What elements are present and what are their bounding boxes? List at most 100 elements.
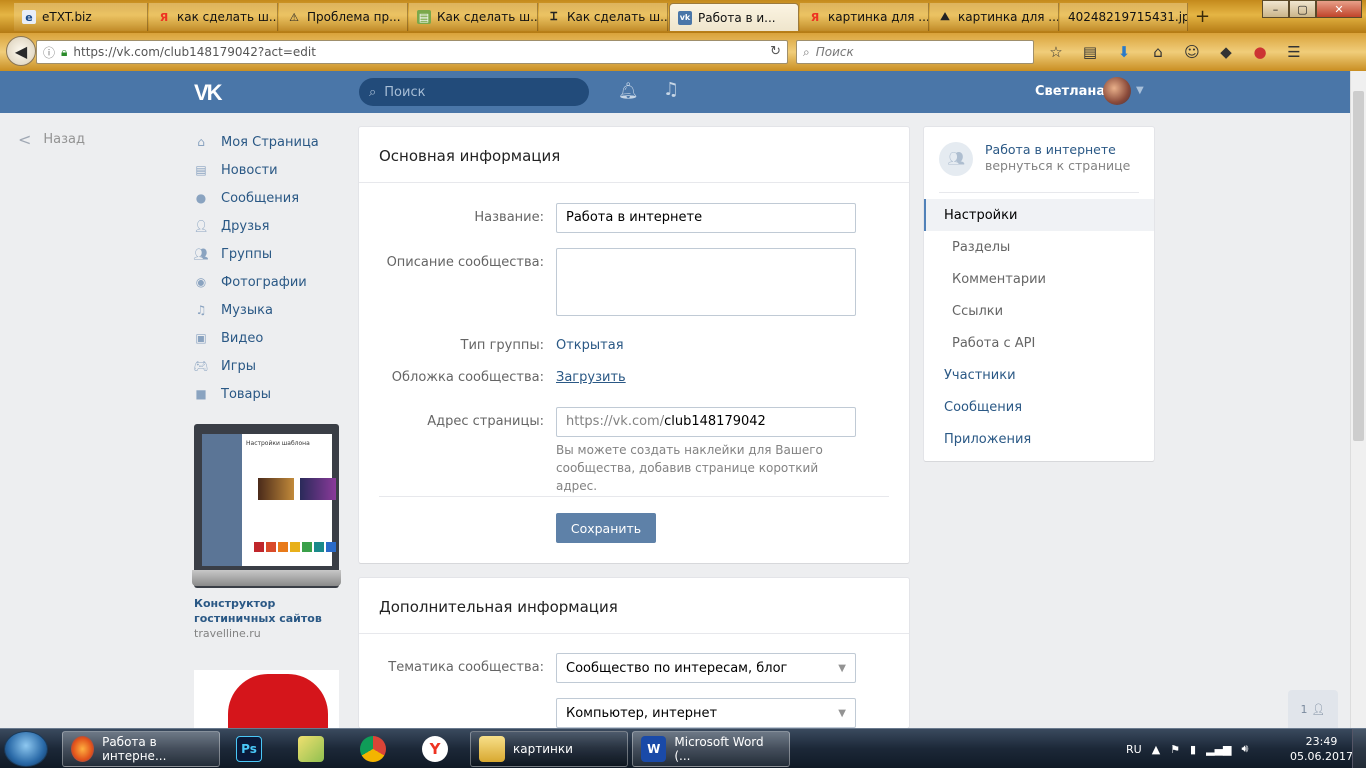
taskbar-item-photoshop[interactable]: Ps <box>228 731 278 767</box>
topic-select[interactable]: Сообщество по интересам, блог ▼ <box>556 653 856 683</box>
ad-title[interactable]: Конструктор гостиничных сайтов <box>194 596 344 626</box>
menu-item-settings[interactable]: Настройки <box>924 199 1154 231</box>
flag-icon[interactable]: ⚑ <box>1170 743 1180 756</box>
search-icon: ⌕ <box>803 44 810 59</box>
taskbar-clock[interactable]: 23:49 05.06.2017 <box>1290 734 1353 764</box>
menu-item-sections[interactable]: Разделы <box>924 231 1154 263</box>
user-name[interactable]: Светлана <box>1035 84 1105 99</box>
name-input[interactable]: Работа в интернете <box>556 203 856 233</box>
signal-icon[interactable]: ▂▄▆ <box>1206 743 1231 756</box>
back-link[interactable]: < Назад <box>18 130 85 149</box>
menu-item-links[interactable]: Ссылки <box>924 295 1154 327</box>
reading-list-icon[interactable]: ▤ <box>1079 42 1101 62</box>
group-type-label: Тип группы: <box>460 338 544 353</box>
menu-item-apps[interactable]: Приложения <box>924 423 1154 455</box>
online-friends-button[interactable]: 1 👤︎ <box>1288 690 1338 728</box>
nav-item-friends[interactable]: 👤︎ Друзья <box>193 212 343 240</box>
friends-count: 1 <box>1300 702 1308 716</box>
pocket-icon[interactable]: ◆ <box>1215 42 1237 62</box>
show-desktop-button[interactable] <box>1352 729 1366 768</box>
browser-tab[interactable]: Ꮖ Как сделать ш... <box>539 3 668 31</box>
taskbar-item-word[interactable]: W Microsoft Word (... <box>632 731 790 767</box>
new-tab-icon[interactable]: + <box>1195 6 1210 27</box>
address-input[interactable]: https://vk.com/club148179042 <box>556 407 856 437</box>
browser-tab[interactable]: Я картинка для ... <box>800 3 929 31</box>
camera-icon: ◉ <box>195 275 207 289</box>
browser-tab-active[interactable]: vk Работа в и... <box>669 3 799 31</box>
address-bar[interactable]: ⓘ 🔒︎ https://vk.com/club148179042?act=ed… <box>36 40 788 64</box>
taskbar-item-firefox[interactable]: Работа в интерне... <box>62 731 220 767</box>
nav-item-my-page[interactable]: ⌂ Моя Страница <box>193 128 343 156</box>
description-textarea[interactable] <box>556 248 856 316</box>
ad-mock-image <box>300 478 336 500</box>
browser-nav-bar: ◀ ⓘ 🔒︎ https://vk.com/club148179042?act=… <box>0 33 1366 71</box>
nav-item-games[interactable]: 🎮︎ Игры <box>193 352 343 380</box>
tray-expand-icon[interactable]: ▲ <box>1152 743 1160 756</box>
lock-icon: 🔒︎ <box>61 44 68 59</box>
menu-icon[interactable]: ☰ <box>1283 42 1305 62</box>
ad-image-chair[interactable] <box>194 670 339 728</box>
taskbar-item-yandex[interactable]: Y <box>414 731 464 767</box>
vk-logo[interactable]: VK <box>194 80 223 106</box>
group-type-link[interactable]: Открытая <box>556 338 624 353</box>
folder-note-icon <box>298 736 324 762</box>
return-link[interactable]: вернуться к странице <box>985 158 1130 174</box>
save-button[interactable]: Сохранить <box>556 513 656 543</box>
news-icon: ▤ <box>195 163 207 177</box>
name-label: Название: <box>474 210 544 225</box>
close-icon[interactable]: ✕ <box>1316 0 1362 18</box>
vk-search-input[interactable]: ⌕ Поиск <box>359 78 589 106</box>
scrollbar-thumb[interactable] <box>1353 91 1364 441</box>
menu-item-messages[interactable]: Сообщения <box>924 391 1154 423</box>
browser-tab[interactable]: Я как сделать ш... <box>149 3 278 31</box>
chevron-down-icon[interactable]: ▼ <box>1136 85 1144 96</box>
basic-info-card: Основная информация Название: Работа в и… <box>359 127 909 563</box>
group-link[interactable]: 👥︎ Работа в интернете вернуться к страни… <box>939 142 1130 176</box>
subtopic-value: Компьютер, интернет <box>566 705 718 721</box>
ad-color-swatches <box>254 542 336 552</box>
info-icon[interactable]: ⓘ <box>43 44 55 61</box>
nav-item-goods[interactable]: ■ Товары <box>193 380 343 408</box>
bookmark-star-icon[interactable]: ☆ <box>1045 42 1067 62</box>
home-icon[interactable]: ⌂ <box>1147 42 1169 62</box>
menu-item-api[interactable]: Работа с API <box>924 327 1154 359</box>
group-name[interactable]: Работа в интернете <box>985 142 1130 158</box>
menu-item-comments[interactable]: Комментарии <box>924 263 1154 295</box>
browser-tab[interactable]: e eTXT.biz <box>14 3 148 31</box>
minimize-icon[interactable]: – <box>1262 0 1289 18</box>
ad-image-laptop[interactable]: Настройки шаблона <box>192 424 341 588</box>
bell-icon[interactable]: 🔔︎ <box>618 81 638 100</box>
taskbar-item-chrome[interactable] <box>352 731 402 767</box>
settings-menu-list: Настройки Разделы Комментарии Ссылки Раб… <box>924 199 1154 455</box>
browser-search-input[interactable]: ⌕ Поиск <box>796 40 1034 64</box>
subtopic-select[interactable]: Компьютер, интернет ▼ <box>556 698 856 728</box>
avatar[interactable] <box>1103 77 1131 105</box>
maximize-icon[interactable]: ▢ <box>1289 0 1316 18</box>
browser-tab[interactable]: ⚠ Проблема пр... <box>279 3 408 31</box>
start-button[interactable] <box>4 731 48 767</box>
volume-icon[interactable]: 🔊︎ <box>1242 742 1249 756</box>
browser-tab[interactable]: 40248219715431.jp... <box>1060 3 1188 31</box>
taskbar-item-folder[interactable]: картинки <box>470 731 628 767</box>
network-icon[interactable]: ▮ <box>1190 743 1196 756</box>
upload-cover-link[interactable]: Загрузить <box>556 370 626 385</box>
nav-item-groups[interactable]: 👥︎ Группы <box>193 240 343 268</box>
nav-item-video[interactable]: ▣ Видео <box>193 324 343 352</box>
back-arrow-icon[interactable]: ◀ <box>6 36 36 66</box>
extension-icon[interactable]: ● <box>1249 42 1271 62</box>
menu-item-members[interactable]: Участники <box>924 359 1154 391</box>
chrome-icon <box>360 736 386 762</box>
page-scrollbar[interactable] <box>1350 71 1366 728</box>
language-indicator[interactable]: RU <box>1126 743 1142 756</box>
nav-item-photos[interactable]: ◉ Фотографии <box>193 268 343 296</box>
reload-icon[interactable]: ↻ <box>770 44 781 59</box>
browser-tab[interactable]: ⛰ картинка для ... <box>930 3 1059 31</box>
browser-tab[interactable]: ▤ Как сделать ш... <box>409 3 538 31</box>
nav-item-news[interactable]: ▤ Новости <box>193 156 343 184</box>
taskbar-item-notes[interactable] <box>290 731 340 767</box>
chat-icon[interactable]: ☺ <box>1181 42 1203 62</box>
nav-item-messages[interactable]: ● Сообщения <box>193 184 343 212</box>
nav-item-music[interactable]: ♫ Музыка <box>193 296 343 324</box>
download-icon[interactable]: ⬇ <box>1113 42 1135 62</box>
music-note-icon[interactable]: ♫ <box>663 79 679 100</box>
